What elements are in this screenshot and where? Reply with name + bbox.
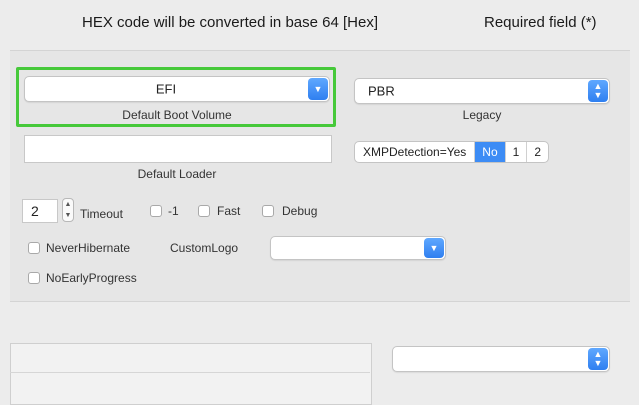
xmp-detection-control: XMPDetection=Yes No 1 2	[354, 141, 550, 163]
lower-list-box	[10, 343, 372, 405]
chevron-updown-icon: ▲ ▼	[588, 80, 608, 102]
fast-label: Fast	[217, 204, 241, 218]
xmp-option-1[interactable]: 1	[504, 142, 527, 162]
required-field-note: Required field (*)	[484, 14, 597, 31]
timeout-stepper[interactable]: ▲ ▼	[62, 198, 74, 222]
minus-one-label: -1	[168, 204, 179, 218]
custom-logo-popup[interactable]: ▼	[270, 236, 446, 260]
chevron-down-icon: ▼	[424, 238, 444, 258]
legacy-label: Legacy	[462, 108, 502, 122]
default-boot-volume-popup[interactable]: EFI ▼	[24, 76, 330, 102]
hex-note: HEX code will be converted in base 64 [H…	[82, 14, 378, 31]
xmp-detection-label: XMPDetection=Yes	[363, 145, 467, 159]
never-hibernate-checkbox[interactable]	[28, 242, 40, 254]
timeout-field[interactable]: 2	[22, 199, 58, 223]
no-early-progress-label: NoEarlyProgress	[46, 271, 137, 285]
chevron-updown-icon: ▲ ▼	[588, 348, 608, 370]
xmp-option-2[interactable]: 2	[526, 142, 548, 162]
lower-popup[interactable]: ▲ ▼	[392, 346, 610, 372]
timeout-value: 2	[31, 203, 39, 219]
debug-label: Debug	[282, 204, 318, 218]
default-loader-label: Default Loader	[137, 167, 217, 181]
xmp-option-no[interactable]: No	[474, 142, 505, 162]
stepper-down-icon: ▼	[64, 212, 72, 219]
no-early-progress-checkbox[interactable]	[28, 272, 40, 284]
lower-list-divider	[10, 372, 370, 373]
legacy-popup[interactable]: PBR ▲ ▼	[354, 78, 610, 104]
default-boot-volume-label: Default Boot Volume	[122, 108, 232, 122]
minus-one-checkbox[interactable]	[150, 205, 162, 217]
default-loader-field[interactable]	[24, 135, 332, 163]
chevron-down-icon: ▼	[308, 78, 328, 100]
debug-checkbox[interactable]	[262, 205, 274, 217]
fast-checkbox[interactable]	[198, 205, 210, 217]
legacy-value: PBR	[368, 83, 395, 99]
timeout-label: Timeout	[80, 207, 123, 221]
default-boot-volume-value: EFI	[155, 81, 177, 97]
stepper-up-icon: ▲	[64, 201, 72, 208]
custom-logo-label: CustomLogo	[170, 241, 239, 255]
never-hibernate-label: NeverHibernate	[46, 241, 131, 255]
